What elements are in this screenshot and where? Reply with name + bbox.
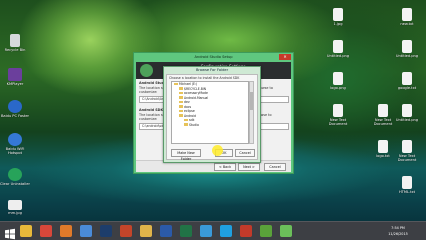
- file-icon: [402, 8, 412, 21]
- image-file-icon: [8, 200, 22, 210]
- word-icon[interactable]: [160, 225, 172, 237]
- desktop-icon-far-right-1[interactable]: new.txt: [392, 8, 422, 26]
- desktop-icon-far-right-2[interactable]: Untitled.png: [392, 40, 422, 58]
- desktop-icon-right-4[interactable]: New Text Document: [323, 104, 353, 127]
- folder-icon: [179, 96, 183, 99]
- browser-icon[interactable]: [200, 225, 212, 237]
- back-button[interactable]: < Back: [214, 163, 236, 171]
- start-button[interactable]: [4, 225, 16, 240]
- folder-tree-label: dev: [184, 100, 190, 104]
- file-icon: [333, 104, 343, 117]
- explorer-icon[interactable]: [20, 225, 32, 237]
- clock-date: 11/26/2015: [388, 232, 408, 236]
- taskbar: 7:54 PM 11/26/2015: [0, 221, 426, 240]
- folder-icon: [174, 82, 178, 86]
- desktop-icon-kmplayer[interactable]: KMPlayer: [0, 68, 30, 86]
- desktop-icon-far-right-3[interactable]: google.txt: [392, 72, 422, 90]
- file-icon: [402, 140, 412, 153]
- folder-tree-scrollbar[interactable]: [249, 81, 254, 144]
- firefox-icon[interactable]: [60, 225, 72, 237]
- excel-icon[interactable]: [180, 225, 192, 237]
- desktop: Recycle Bin KMPlayer Baidu PC Faster Bai…: [0, 0, 426, 240]
- powerpoint-icon[interactable]: [120, 225, 132, 237]
- folder-icon: [184, 123, 188, 126]
- android-studio-icon[interactable]: [280, 225, 292, 237]
- folder-icon: [179, 114, 183, 117]
- folder-icon[interactable]: [140, 225, 152, 237]
- file-icon: [378, 140, 388, 153]
- file-icon: [333, 72, 343, 85]
- recycle-bin-icon: [10, 34, 20, 47]
- windows-start-icon: [5, 228, 15, 240]
- folder-icon: [179, 100, 183, 104]
- file-icon: [333, 40, 343, 53]
- file-icon: [402, 104, 412, 117]
- folder-icon: [184, 118, 188, 122]
- setup-window-title: Android Studio Setup: [194, 55, 233, 59]
- folder-tree-label: Studio: [189, 122, 199, 127]
- file-icon: [402, 72, 412, 85]
- folder-icon: [179, 109, 183, 113]
- desktop-icon-baidu-wifi[interactable]: Baidu WiFi Hotspot: [0, 133, 30, 156]
- next-button[interactable]: Next >: [238, 163, 260, 171]
- desktop-icon-mm-jpg[interactable]: mm.jpg: [0, 200, 30, 215]
- folder-tree-label: docs: [184, 104, 192, 109]
- android-studio-logo-icon: [140, 64, 153, 77]
- folder-icon: [179, 91, 183, 95]
- desktop-icon-far-right-5[interactable]: New Text Document: [392, 140, 422, 163]
- browse-dialog-title: Browse For Folder: [195, 68, 229, 72]
- folder-icon: [179, 105, 183, 108]
- chrome-icon[interactable]: [40, 225, 52, 237]
- folder-tree[interactable]: Michael (E:) $RECYCLE.BIN accessoryMode And…: [171, 81, 249, 144]
- file-icon: [402, 40, 412, 53]
- java-icon[interactable]: [240, 225, 252, 237]
- clear-uninstaller-icon: [8, 168, 22, 181]
- desktop-icon-clear-uninstaller[interactable]: Clear Uninstaller: [0, 168, 30, 186]
- desktop-icon-right-3[interactable]: logo.png: [323, 72, 353, 90]
- utorrent-icon[interactable]: [260, 225, 272, 237]
- desktop-icon-right-2[interactable]: Untitled.png: [323, 40, 353, 58]
- desktop-icon-far-right-4[interactable]: Untitled.png: [392, 104, 422, 122]
- desktop-icon-recycle-bin[interactable]: Recycle Bin: [0, 34, 30, 52]
- cursor-highlight: [212, 145, 223, 156]
- folder-tree-label: Android: [184, 113, 196, 118]
- make-new-folder-button[interactable]: Make New Folder: [171, 149, 201, 161]
- folder-tree-item[interactable]: Studio: [172, 123, 248, 128]
- desktop-icon-baidu-pc-faster[interactable]: Baidu PC Faster: [0, 100, 30, 118]
- file-icon: [333, 8, 343, 21]
- folder-tree-label: $RECYCLE.BIN: [184, 86, 207, 91]
- skype-icon[interactable]: [220, 225, 232, 237]
- folder-icon: [179, 87, 183, 90]
- file-icon: [378, 104, 388, 117]
- desktop-icon-far-right-6[interactable]: HTML.txt: [392, 176, 422, 194]
- taskbar-clock[interactable]: 7:54 PM 11/26/2015: [384, 225, 412, 237]
- desktop-icon-right-1[interactable]: 1.jpg: [323, 8, 353, 26]
- baidu-wifi-icon: [8, 133, 22, 146]
- kmplayer-icon: [8, 68, 22, 81]
- folder-tree-label: accessoryMode: [184, 91, 208, 95]
- folder-tree-label: sdk: [189, 118, 195, 122]
- media-icon[interactable]: [80, 225, 92, 237]
- browse-cancel-button[interactable]: Cancel: [235, 149, 255, 157]
- baidu-pc-faster-icon: [8, 100, 22, 113]
- browse-dialog-instruction: Choose a location to install the Android…: [169, 76, 240, 80]
- folder-tree-label: eclipse: [184, 109, 195, 113]
- file-icon: [402, 176, 412, 189]
- setup-cancel-button[interactable]: Cancel: [264, 163, 286, 171]
- folder-tree-label: Michael (E:): [179, 82, 198, 86]
- setup-close-button[interactable]: ✕: [279, 54, 291, 60]
- photoshop-icon[interactable]: [100, 225, 112, 237]
- folder-tree-label: Android.Manual: [184, 95, 209, 100]
- scrollbar-thumb[interactable]: [250, 92, 253, 110]
